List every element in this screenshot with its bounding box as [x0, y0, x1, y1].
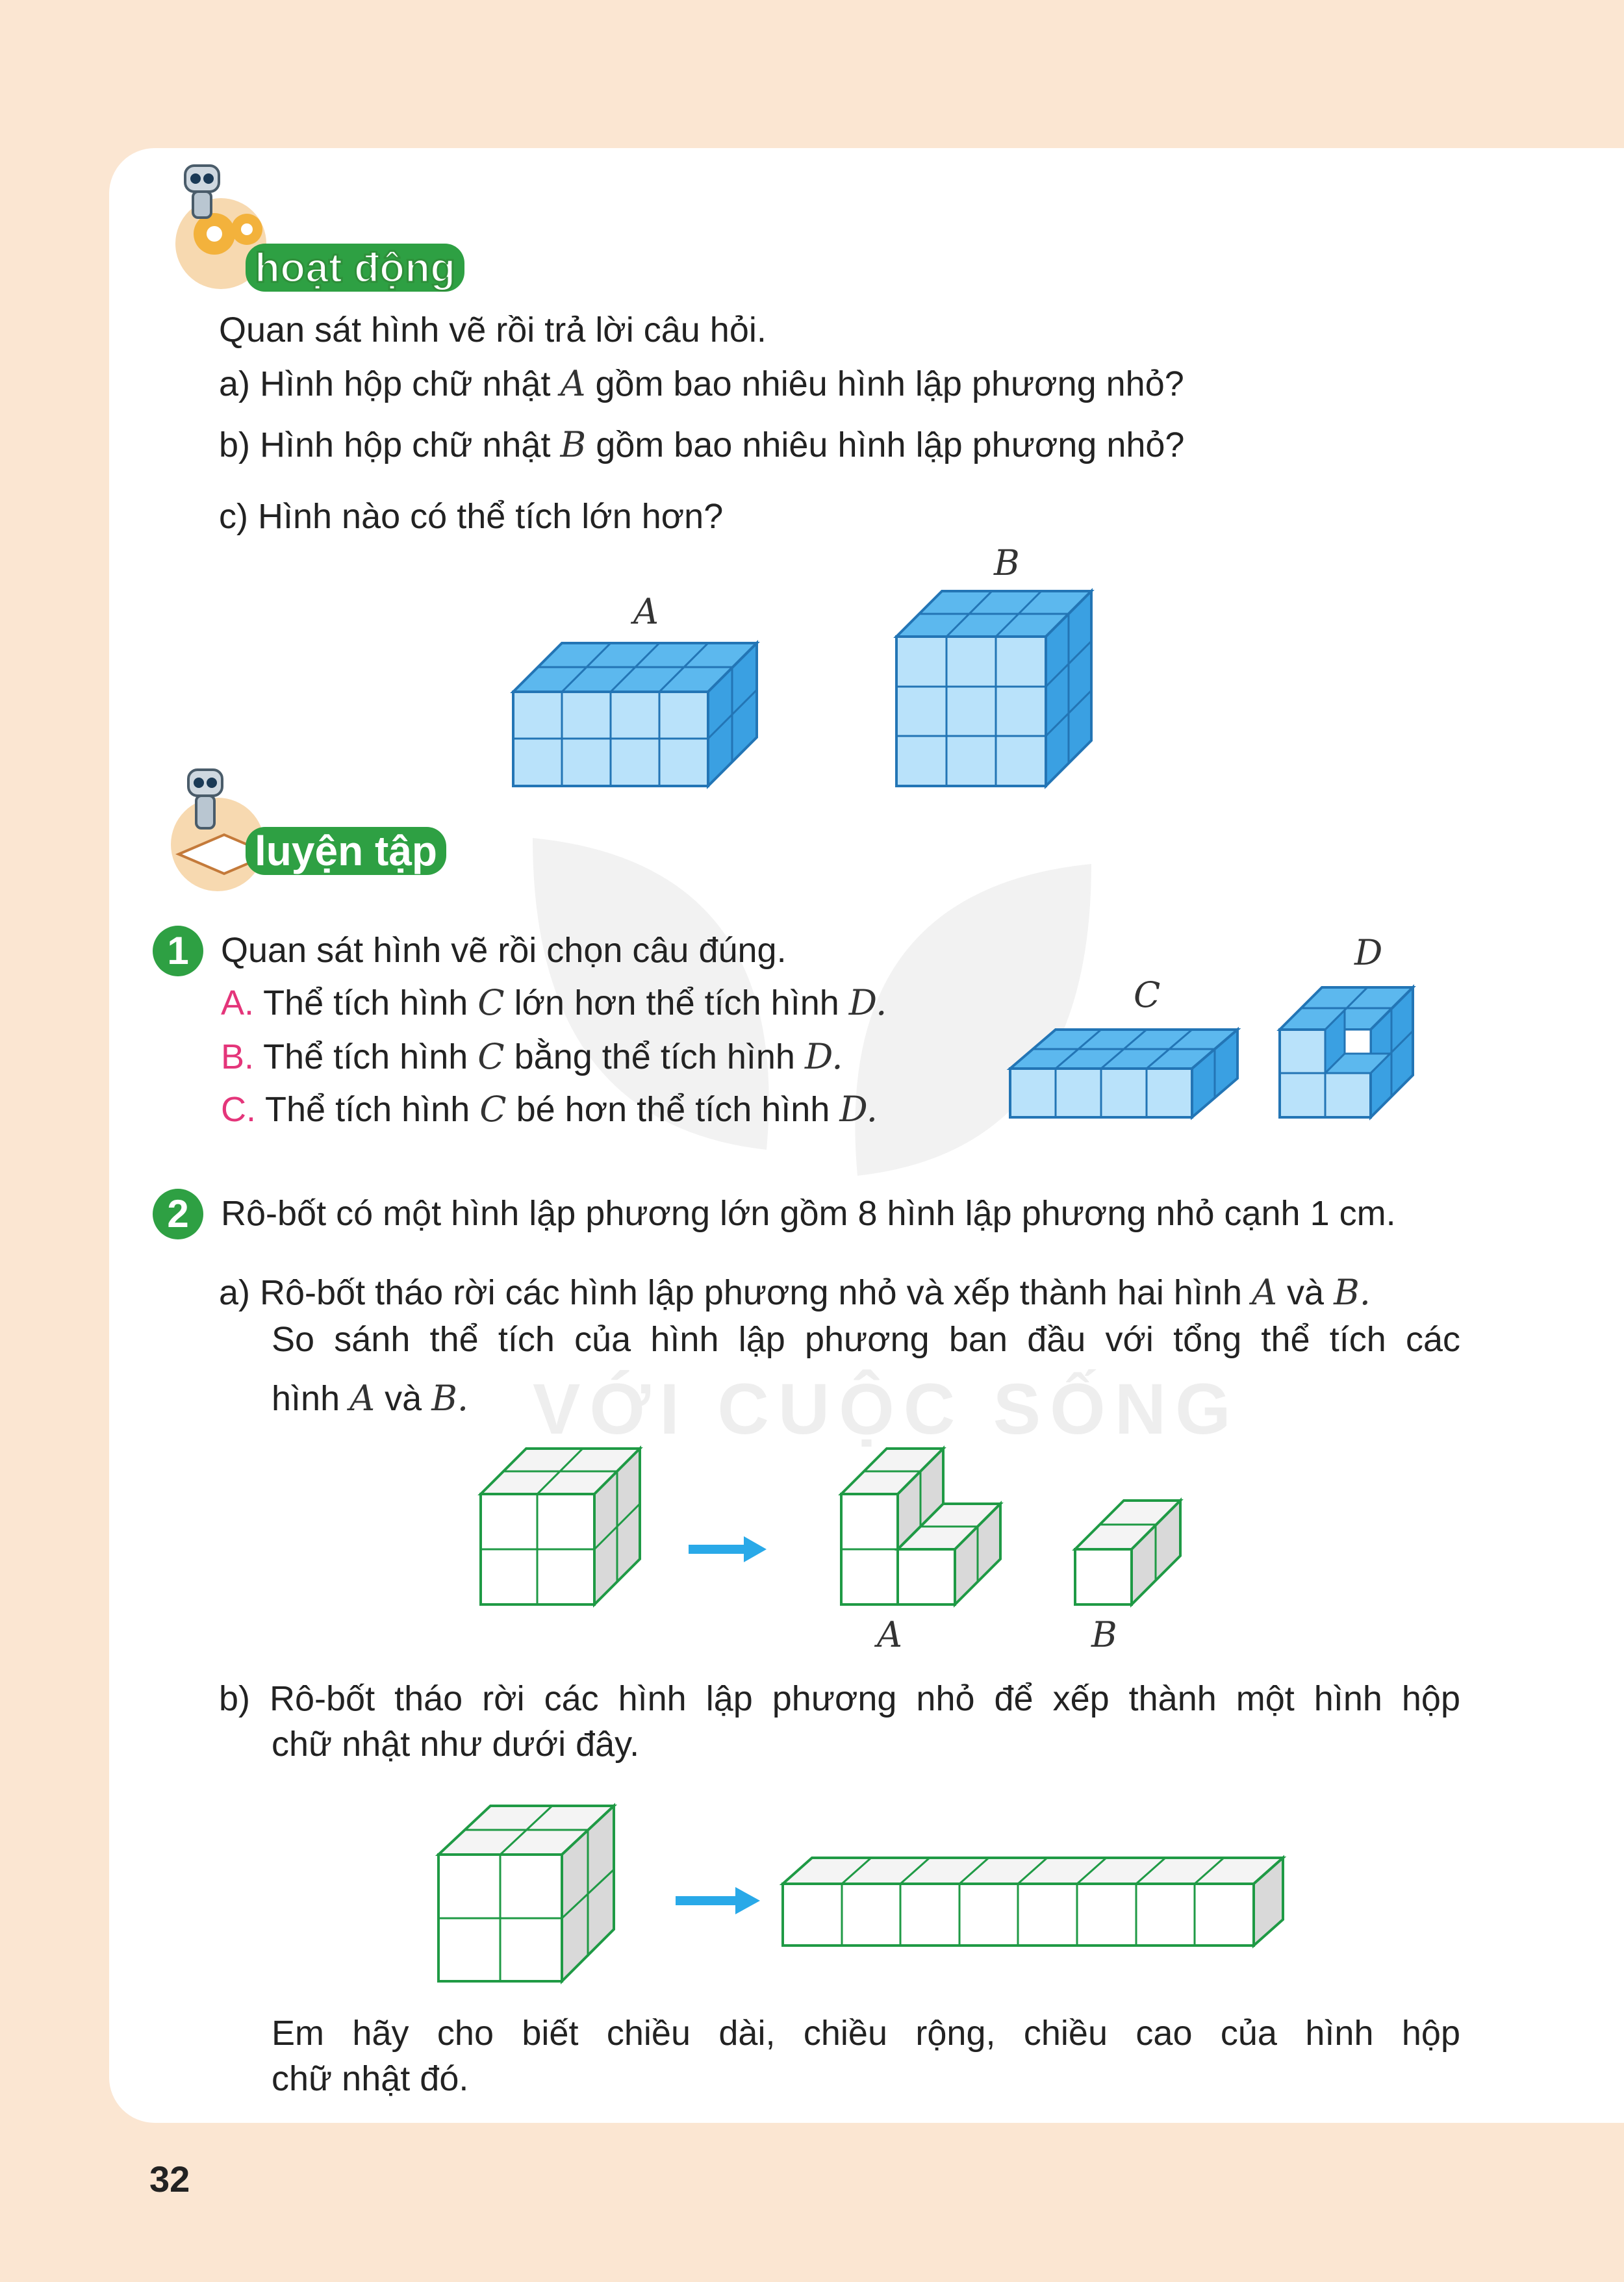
- box-d-figure: [1276, 984, 1416, 1121]
- option-text-2: bé hơn thể tích hình: [516, 1090, 830, 1129]
- figure-a-label: A: [633, 591, 659, 632]
- exercise-1-title: Quan sát hình vẽ rồi chọn câu đúng.: [221, 931, 787, 970]
- shape-a-figure: [838, 1445, 1004, 1608]
- ex2-a-line2: So sánh thể tích của hình lập phương ban…: [272, 1320, 1460, 1359]
- exercise-1-badge: 1: [153, 926, 203, 976]
- activity-question-c: c) Hình nào có thể tích lớn hơn?: [219, 497, 724, 536]
- option-letter: C.: [221, 1090, 256, 1129]
- arrow-icon-2: [676, 1887, 760, 1914]
- fig2-label-b: B: [1091, 1614, 1117, 1655]
- option-text-1: Thể tích hình: [265, 1090, 470, 1129]
- ex2-a-and: và: [1287, 1273, 1325, 1312]
- option-letter: A.: [221, 983, 255, 1022]
- ex2-a-text: a) Rô-bốt tháo rời các hình lập phương n…: [219, 1273, 1242, 1312]
- ex2-b-question-line1: Em hãy cho biết chiều dài, chiều rộng, c…: [272, 2014, 1460, 2053]
- shape-b-figure: [1072, 1497, 1184, 1608]
- page-number: 32: [149, 2159, 190, 2200]
- option-letter: B.: [221, 1037, 255, 1076]
- option-shape-2: D.: [839, 1089, 878, 1130]
- exercise-2-title: Rô-bốt có một hình lập phương lớn gồm 8 …: [221, 1194, 1396, 1233]
- ex1-option-c: C. Thể tích hình C bé hơn thể tích hình …: [221, 1087, 878, 1132]
- ex2-a-line1: a) Rô-bốt tháo rời các hình lập phương n…: [219, 1270, 1371, 1315]
- exercise-2-badge: 2: [153, 1189, 203, 1239]
- ex2-b-question-line2: chữ nhật đó.: [272, 2059, 469, 2098]
- ex2-a-and2: và: [385, 1379, 422, 1418]
- ex1-option-a: A. Thể tích hình C lớn hơn thể tích hình…: [221, 980, 887, 1026]
- figure-b-label: B: [994, 542, 1020, 583]
- qb-label: B: [560, 424, 587, 465]
- option-text-2: lớn hơn thể tích hình: [514, 983, 839, 1022]
- figure-c-label: C: [1134, 974, 1161, 1015]
- big-cube-figure: [477, 1445, 643, 1608]
- watermark-logo: [533, 838, 1091, 1176]
- fig2-label-a: A: [877, 1614, 902, 1655]
- qb-prefix: b) Hình hộp chữ nhật: [219, 425, 551, 464]
- ex2-b-line2: chữ nhật như dưới đây.: [272, 1725, 640, 1764]
- option-shape-2: D.: [848, 982, 887, 1023]
- activity-question-a: a) Hình hộp chữ nhật A gồm bao nhiêu hìn…: [219, 361, 1184, 407]
- option-shape-1: C: [477, 1036, 505, 1077]
- ex2-a-shape-a: A: [1252, 1272, 1278, 1313]
- ex1-option-b: B. Thể tích hình C bằng thể tích hình D.: [221, 1034, 843, 1080]
- box-b-figure: [893, 588, 1095, 789]
- box-a-figure: [510, 640, 760, 789]
- option-shape-2: D.: [804, 1036, 843, 1077]
- long-box-figure: [779, 1855, 1287, 1949]
- qa-suffix: gồm bao nhiêu hình lập phương nhỏ?: [595, 364, 1184, 403]
- option-shape-1: C: [479, 1089, 507, 1130]
- figure-d-label: D: [1354, 932, 1383, 973]
- option-text-2: bằng thể tích hình: [514, 1037, 795, 1076]
- activity-header: hoạt động: [246, 244, 465, 292]
- qa-label: A: [560, 363, 586, 404]
- activity-intro: Quan sát hình vẽ rồi trả lời câu hỏi.: [219, 311, 767, 349]
- cube-figure-b: [435, 1803, 618, 1984]
- exercise-1-number: 1: [167, 929, 189, 972]
- option-text-1: Thể tích hình: [263, 983, 468, 1022]
- box-c-figure: [1006, 1026, 1241, 1121]
- option-text-1: Thể tích hình: [263, 1037, 468, 1076]
- practice-header: luyện tập: [246, 827, 446, 875]
- ex2-b-line1: b) Rô-bốt tháo rời các hình lập phương n…: [219, 1679, 1460, 1718]
- ex2-a-hinh: hình: [272, 1379, 340, 1418]
- ex2-a-shape-a2: A: [349, 1378, 375, 1419]
- exercise-2-number: 2: [167, 1192, 189, 1236]
- watermark-text: VỚI CUỘC SỐNG: [533, 1369, 1240, 1449]
- option-shape-1: C: [477, 982, 505, 1023]
- ex2-a-shape-b: B.: [1334, 1272, 1371, 1313]
- qa-prefix: a) Hình hộp chữ nhật: [219, 364, 551, 403]
- activity-question-b: b) Hình hộp chữ nhật B gồm bao nhiêu hìn…: [219, 422, 1184, 468]
- qb-suffix: gồm bao nhiêu hình lập phương nhỏ?: [596, 425, 1185, 464]
- ex2-a-line3: hình A và B.: [272, 1376, 468, 1421]
- ex2-a-shape-b2: B.: [431, 1378, 469, 1419]
- arrow-icon: [689, 1536, 767, 1562]
